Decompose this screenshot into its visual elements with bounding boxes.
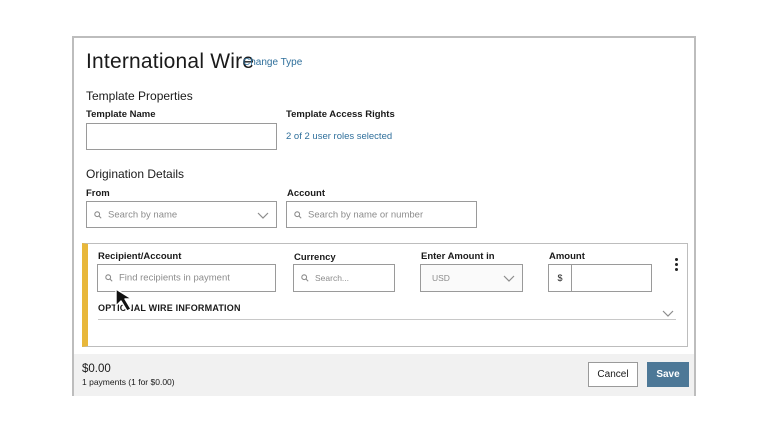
search-icon — [105, 269, 113, 287]
enter-amount-value: USD — [432, 273, 450, 283]
enter-amount-label: Enter Amount in — [421, 251, 495, 262]
amount-input[interactable]: $ — [548, 264, 652, 292]
template-name-input[interactable] — [86, 123, 277, 150]
currency-placeholder: Search... — [315, 273, 350, 283]
save-button[interactable]: Save — [647, 362, 689, 387]
from-placeholder: Search by name — [108, 209, 178, 220]
kebab-menu-icon[interactable] — [673, 258, 679, 274]
recipient-account-label: Recipient/Account — [98, 251, 182, 262]
change-type-link[interactable]: Change Type — [243, 57, 302, 68]
search-icon — [301, 269, 309, 287]
account-search-input[interactable]: Search by name or number — [286, 201, 477, 228]
from-label: From — [86, 188, 110, 199]
template-name-label: Template Name — [86, 109, 156, 120]
recipient-placeholder: Find recipients in payment — [119, 272, 230, 284]
currency-sign: $ — [549, 265, 572, 291]
chevron-down-icon[interactable] — [662, 304, 674, 322]
search-icon — [294, 206, 302, 224]
page-title: International Wire — [86, 50, 255, 73]
search-icon — [94, 206, 102, 224]
origination-details-heading: Origination Details — [86, 167, 185, 181]
payment-total: $0.00 — [82, 363, 111, 375]
amount-label: Amount — [549, 251, 585, 262]
optional-wire-info-toggle[interactable]: OPTIONAL WIRE INFORMATION — [98, 303, 676, 320]
cancel-button[interactable]: Cancel — [588, 362, 638, 387]
account-placeholder: Search by name or number — [308, 209, 424, 220]
template-access-label: Template Access Rights — [286, 109, 395, 120]
chevron-down-icon — [503, 269, 515, 287]
account-label: Account — [287, 188, 325, 199]
chevron-down-icon[interactable] — [257, 206, 269, 224]
from-search-input[interactable]: Search by name — [86, 201, 277, 228]
footer-bar: $0.00 1 payments (1 for $0.00) Cancel Sa… — [74, 354, 694, 396]
enter-amount-select[interactable]: USD — [420, 264, 523, 292]
payment-count: 1 payments (1 for $0.00) — [82, 377, 175, 387]
mouse-cursor-icon — [115, 288, 133, 312]
payment-row: Recipient/Account Find recipients in pay… — [82, 243, 688, 347]
currency-search-input[interactable]: Search... — [293, 264, 395, 292]
currency-label: Currency — [294, 252, 336, 263]
template-properties-heading: Template Properties — [86, 89, 193, 103]
user-roles-link[interactable]: 2 of 2 user roles selected — [286, 131, 392, 142]
international-wire-dialog: International Wire Change Type Template … — [72, 36, 696, 396]
